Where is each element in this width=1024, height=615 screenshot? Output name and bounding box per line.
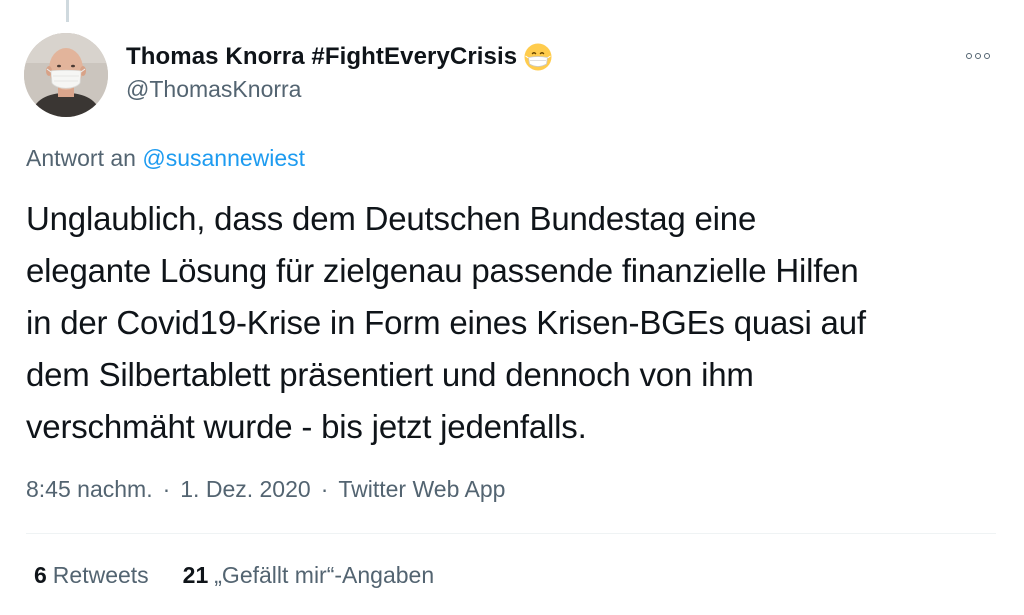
meta-separator: · — [320, 476, 329, 502]
retweets-stat[interactable]: 6 Retweets — [34, 562, 149, 589]
likes-count: 21 — [182, 562, 209, 588]
thread-connector-line — [66, 0, 69, 22]
author-handle[interactable]: @ThomasKnorra — [126, 76, 553, 103]
author-name-row: Thomas Knorra #FightEveryCrisis — [126, 40, 553, 74]
meta-separator: · — [162, 476, 171, 502]
author-info: Thomas Knorra #FightEveryCrisis @ThomasK… — [126, 40, 553, 103]
more-dot — [975, 53, 981, 59]
more-dot — [984, 53, 990, 59]
more-dot — [966, 53, 972, 59]
likes-stat[interactable]: 21 „Gefällt mir“-Angaben — [183, 562, 434, 589]
tweet-time[interactable]: 8:45 nachm. — [26, 476, 153, 503]
retweets-label: Retweets — [52, 562, 149, 588]
more-options-icon[interactable] — [962, 46, 994, 66]
divider — [26, 533, 996, 534]
avatar[interactable] — [24, 33, 108, 117]
tweet-date[interactable]: 1. Dez. 2020 — [180, 476, 310, 503]
retweets-count: 6 — [34, 562, 47, 588]
tweet-metadata: 8:45 nachm. · 1. Dez. 2020 · Twitter Web… — [26, 476, 505, 503]
reply-context: Antwort an @susannewiest — [26, 145, 305, 172]
tweet-text: Unglaublich, dass dem Deutschen Bundesta… — [26, 200, 866, 445]
reply-prefix: Antwort an — [26, 145, 136, 171]
tweet-source-link[interactable]: Twitter Web App — [338, 476, 505, 503]
tweet-stats: 6 Retweets 21 „Gefällt mir“-Angaben — [34, 562, 468, 589]
reply-mention-link[interactable]: @susannewiest — [142, 145, 305, 171]
likes-label: „Gefällt mir“-Angaben — [214, 562, 435, 588]
medical-mask-emoji-icon — [524, 43, 552, 71]
author-display-name[interactable]: Thomas Knorra #FightEveryCrisis — [126, 43, 517, 71]
avatar-photo — [24, 33, 108, 117]
